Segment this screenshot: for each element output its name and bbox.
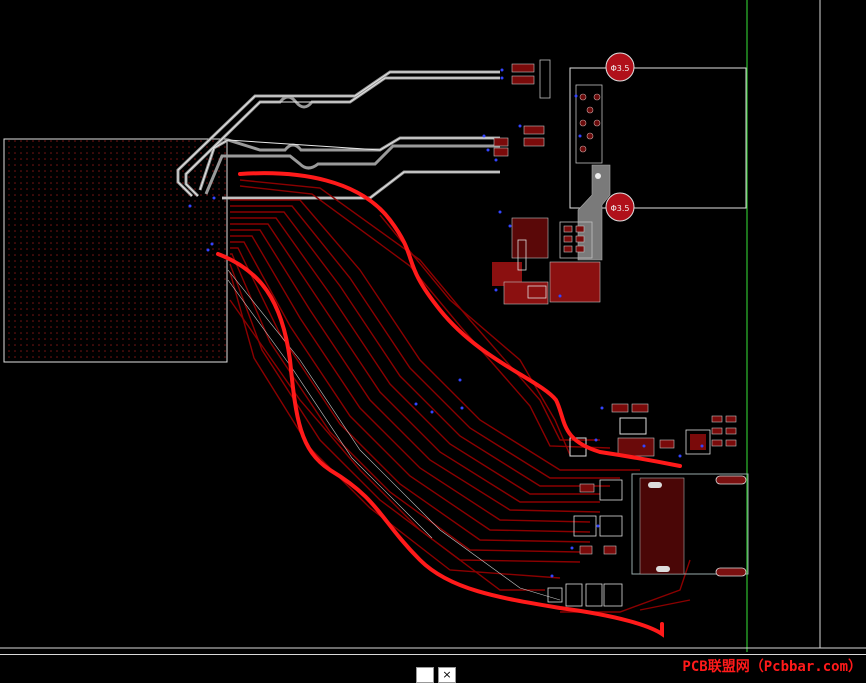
hole-label-bottom: Φ3.5 — [610, 204, 629, 213]
annotation-strokes — [216, 171, 682, 638]
power-section[interactable] — [492, 217, 601, 305]
pcb-drawing[interactable]: Φ3.5 Φ3.5 — [0, 0, 866, 681]
bga-chip-outline[interactable] — [3, 138, 228, 363]
pcb-canvas[interactable]: Φ3.5 Φ3.5 — [0, 0, 866, 681]
hole-label-top: Φ3.5 — [610, 64, 629, 73]
connector-block[interactable]: Φ3.5 Φ3.5 — [569, 52, 747, 261]
watermark-text: PCB联盟网（Pcbbar.com） — [682, 659, 862, 675]
signal-traces — [229, 179, 691, 613]
diff-pair-components[interactable] — [493, 59, 551, 157]
